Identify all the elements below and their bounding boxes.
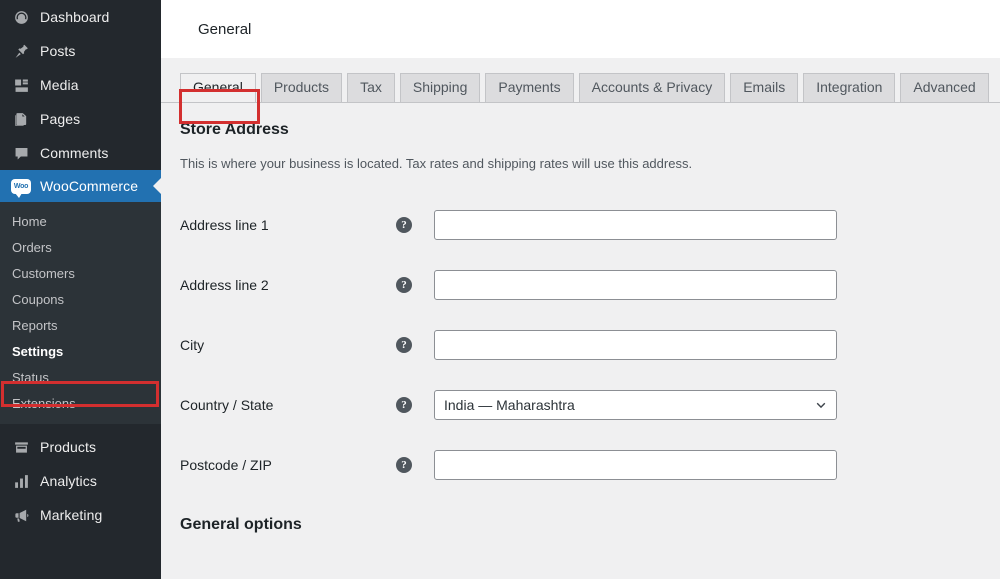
chevron-down-icon	[815, 399, 827, 411]
tab-integration[interactable]: Integration	[803, 73, 896, 102]
sidebar-item-label: Products	[40, 439, 97, 455]
sidebar-item-label: Dashboard	[40, 9, 110, 25]
tab-advanced[interactable]: Advanced	[900, 73, 989, 102]
field-label: Postcode / ZIP	[180, 457, 272, 473]
form-row-postcode-zip: Postcode / ZIP ?	[180, 435, 1000, 495]
tab-label: Products	[273, 79, 330, 95]
field-label: Address line 2	[180, 277, 269, 293]
form-row-country-state: Country / State ? India — Maharashtra	[180, 375, 1000, 435]
main-content: General General Products Tax Shipping Pa…	[161, 0, 1000, 579]
tab-label: Emails	[743, 79, 786, 95]
sidebar-item-label: Marketing	[40, 507, 103, 523]
tab-label: Accounts & Privacy	[591, 79, 713, 95]
woo-logo-text: Woo	[13, 182, 29, 190]
sidebar-item-comments[interactable]: Comments	[0, 136, 161, 170]
tab-label: Tax	[360, 79, 382, 95]
tab-products[interactable]: Products	[260, 73, 343, 102]
store-address-title: Store Address	[180, 121, 289, 138]
submenu-item-label: Home	[12, 213, 47, 229]
settings-tab-bar: General Products Tax Shipping Payments A…	[161, 58, 1000, 124]
sidebar-item-media[interactable]: Media	[0, 68, 161, 102]
submenu-item-orders[interactable]: Orders	[0, 234, 161, 260]
tab-label: Payments	[498, 79, 561, 95]
sidebar-item-label: Pages	[40, 111, 81, 127]
sidebar-item-pages[interactable]: Pages	[0, 102, 161, 136]
submenu-item-label: Extensions	[12, 395, 76, 411]
help-icon[interactable]: ?	[396, 337, 412, 353]
sidebar-item-posts[interactable]: Posts	[0, 34, 161, 68]
tab-emails[interactable]: Emails	[730, 73, 799, 102]
tab-label: Integration	[816, 79, 883, 95]
general-options-title: General options	[180, 516, 302, 533]
submenu-item-extensions[interactable]: Extensions	[0, 390, 161, 416]
pin-icon	[11, 41, 31, 61]
sidebar-item-marketing[interactable]: Marketing	[0, 498, 161, 532]
submenu-item-status[interactable]: Status	[0, 364, 161, 390]
pages-icon	[11, 109, 31, 129]
tab-label: Advanced	[913, 79, 976, 95]
tab-general[interactable]: General	[180, 73, 256, 102]
tab-label: Shipping	[412, 79, 468, 95]
sidebar-item-woocommerce[interactable]: Woo WooCommerce	[0, 170, 161, 202]
help-icon[interactable]: ?	[396, 277, 412, 293]
store-address-section: Store Address This is where your busines…	[161, 103, 1000, 534]
page-title: General	[198, 20, 252, 38]
media-icon	[11, 75, 31, 95]
form-row-address-line-1: Address line 1 ?	[180, 195, 1000, 255]
field-label: Address line 1	[180, 217, 269, 233]
admin-sidebar: Dashboard Posts Media Pages Comments Woo…	[0, 0, 161, 579]
sidebar-item-label: Comments	[40, 145, 109, 161]
settings-content: General Products Tax Shipping Payments A…	[161, 58, 1000, 534]
products-icon	[11, 437, 31, 457]
sidebar-item-analytics[interactable]: Analytics	[0, 464, 161, 498]
field-label: City	[180, 337, 205, 353]
analytics-icon	[11, 471, 31, 491]
submenu-item-label: Coupons	[12, 291, 65, 307]
active-menu-arrow-icon	[153, 177, 161, 195]
tab-payments[interactable]: Payments	[485, 73, 574, 102]
address-line-2-input[interactable]	[434, 270, 837, 300]
dashboard-icon	[11, 7, 31, 27]
sidebar-item-label: WooCommerce	[40, 178, 139, 194]
help-icon[interactable]: ?	[396, 397, 412, 413]
form-row-address-line-2: Address line 2 ?	[180, 255, 1000, 315]
sidebar-item-label: Posts	[40, 43, 76, 59]
submenu-item-reports[interactable]: Reports	[0, 312, 161, 338]
store-address-description: This is where your business is located. …	[180, 156, 693, 171]
address-line-1-input[interactable]	[434, 210, 837, 240]
woo-logo-icon: Woo	[11, 176, 31, 198]
tab-accounts-privacy[interactable]: Accounts & Privacy	[578, 73, 726, 102]
submenu-item-label: Reports	[12, 317, 58, 333]
submenu-item-customers[interactable]: Customers	[0, 260, 161, 286]
form-row-city: City ?	[180, 315, 1000, 375]
submenu-item-label: Orders	[12, 239, 52, 255]
woocommerce-submenu: Home Orders Customers Coupons Reports Se…	[0, 202, 161, 424]
comments-icon	[11, 143, 31, 163]
sidebar-item-dashboard[interactable]: Dashboard	[0, 0, 161, 34]
help-icon[interactable]: ?	[396, 457, 412, 473]
marketing-icon	[11, 505, 31, 525]
sidebar-item-products[interactable]: Products	[0, 430, 161, 464]
submenu-item-home[interactable]: Home	[0, 208, 161, 234]
submenu-item-coupons[interactable]: Coupons	[0, 286, 161, 312]
tab-tax[interactable]: Tax	[347, 73, 395, 102]
postcode-zip-input[interactable]	[434, 450, 837, 480]
tab-label: General	[193, 79, 243, 95]
field-label: Country / State	[180, 397, 274, 413]
submenu-item-settings[interactable]: Settings	[0, 338, 161, 364]
help-icon[interactable]: ?	[396, 217, 412, 233]
city-input[interactable]	[434, 330, 837, 360]
sidebar-item-label: Media	[40, 77, 79, 93]
submenu-item-label: Status	[12, 369, 49, 385]
country-state-select[interactable]: India — Maharashtra	[434, 390, 837, 420]
submenu-item-label: Settings	[12, 343, 64, 359]
page-header: General	[161, 0, 1000, 58]
country-state-value: India — Maharashtra	[444, 397, 575, 413]
submenu-item-label: Customers	[12, 265, 75, 281]
sidebar-item-label: Analytics	[40, 473, 97, 489]
tab-shipping[interactable]: Shipping	[399, 73, 481, 102]
